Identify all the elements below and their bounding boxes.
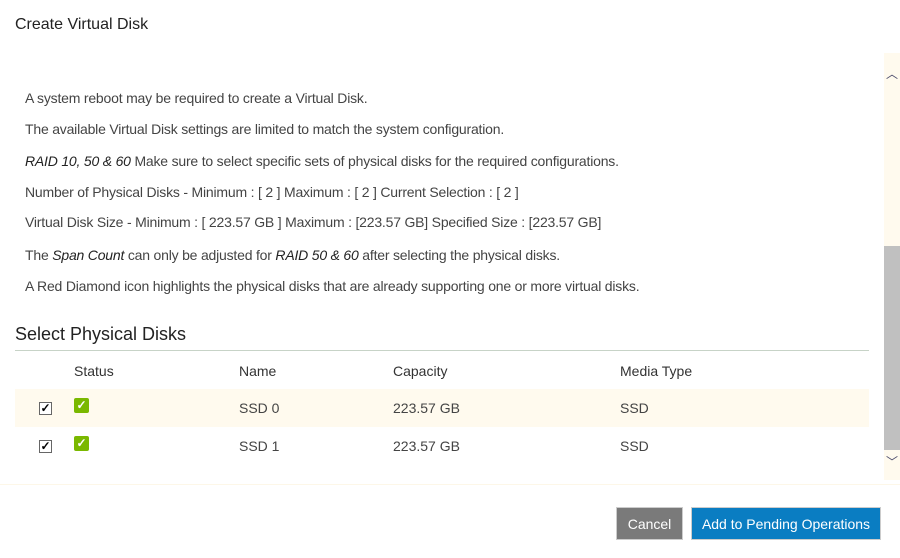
info-line: A system reboot may be required to creat… [25, 90, 368, 106]
disk-name: SSD 0 [239, 400, 280, 416]
column-header-status: Status [74, 363, 114, 379]
disk-media-type: SSD [620, 400, 649, 416]
info-text: The [25, 247, 53, 263]
span-count-emphasis: Span Count [52, 247, 125, 263]
info-line: A Red Diamond icon highlights the physic… [25, 278, 640, 294]
scrollbar[interactable]: ︿ ﹀ [884, 53, 900, 480]
info-line: RAID 10, 50 & 60 Make sure to select spe… [25, 153, 619, 169]
column-header-media-type: Media Type [620, 363, 693, 379]
raid-emphasis: RAID 10, 50 & 60 [25, 153, 131, 169]
divider [15, 350, 869, 351]
scrollbar-thumb[interactable] [884, 246, 900, 450]
table-row[interactable]: ✓ ✓ SSD 0 223.57 GB SSD [15, 389, 869, 427]
info-line: The available Virtual Disk settings are … [25, 121, 505, 137]
dialog-title: Create Virtual Disk [15, 16, 149, 33]
status-ok-icon: ✓ [74, 398, 89, 413]
scroll-down-icon[interactable]: ﹀ [886, 453, 898, 470]
info-text: can only be adjusted for [124, 247, 276, 263]
disk-capacity: 223.57 GB [393, 438, 460, 454]
info-line: Virtual Disk Size - Minimum : [ 223.57 G… [25, 214, 602, 230]
info-text: after selecting the physical disks. [358, 247, 560, 263]
info-line: Number of Physical Disks - Minimum : [ 2… [25, 184, 519, 200]
info-text: Make sure to select specific sets of phy… [130, 153, 619, 169]
info-line: The Span Count can only be adjusted for … [25, 247, 560, 263]
add-to-pending-operations-button[interactable]: Add to Pending Operations [691, 507, 881, 540]
status-ok-icon: ✓ [74, 436, 89, 451]
disk-capacity: 223.57 GB [393, 400, 460, 416]
disk-media-type: SSD [620, 438, 649, 454]
row-checkbox[interactable]: ✓ [39, 440, 52, 453]
scroll-up-icon[interactable]: ︿ [886, 65, 898, 82]
cancel-button[interactable]: Cancel [616, 507, 683, 540]
table-row[interactable]: ✓ ✓ SSD 1 223.57 GB SSD [15, 427, 869, 465]
column-header-capacity: Capacity [393, 363, 448, 379]
column-header-name: Name [239, 363, 277, 379]
row-checkbox[interactable]: ✓ [39, 402, 52, 415]
footer-divider [0, 484, 900, 485]
disk-name: SSD 1 [239, 438, 280, 454]
section-title: Select Physical Disks [15, 324, 187, 344]
raid-emphasis: RAID 50 & 60 [275, 247, 359, 263]
dialog-content: A system reboot may be required to creat… [0, 53, 884, 483]
